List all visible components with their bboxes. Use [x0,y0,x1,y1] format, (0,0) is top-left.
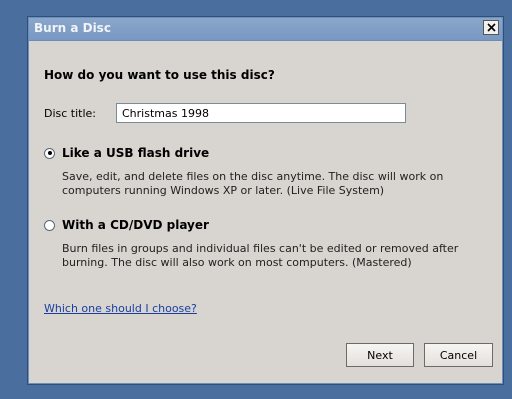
cancel-button[interactable]: Cancel [424,343,493,367]
close-icon [486,23,496,32]
dialog-body: How do you want to use this disc? Disc t… [35,46,496,377]
title-bar[interactable]: Burn a Disc [29,18,502,41]
disc-title-label: Disc title: [44,107,97,120]
option-cd-description-line2: burning. The disc will also work on most… [62,256,412,269]
option-usb-description: Save, edit, and delete files on the disc… [62,170,482,198]
close-button[interactable] [483,20,499,35]
option-cd-label: With a CD/DVD player [62,218,209,232]
next-button[interactable]: Next [346,343,414,367]
window-title: Burn a Disc [34,21,111,35]
option-usb-label: Like a USB flash drive [62,146,210,160]
dialog-question: How do you want to use this disc? [44,68,275,82]
burn-disc-dialog: Burn a Disc How do you want to use this … [28,17,503,384]
option-usb-flash-drive[interactable]: Like a USB flash drive [44,146,209,160]
option-cd-dvd-player[interactable]: With a CD/DVD player [44,218,209,232]
help-link[interactable]: Which one should I choose? [44,302,197,315]
radio-usb-flash-drive[interactable] [44,147,55,159]
option-usb-description-line2: computers running Windows XP or later. (… [62,184,385,197]
option-usb-description-line1: Save, edit, and delete files on the disc… [62,170,444,183]
radio-cd-dvd-player[interactable] [44,219,55,231]
disc-title-input[interactable] [116,103,406,123]
option-cd-description-line1: Burn files in groups and individual file… [62,242,459,255]
option-cd-description: Burn files in groups and individual file… [62,242,482,270]
